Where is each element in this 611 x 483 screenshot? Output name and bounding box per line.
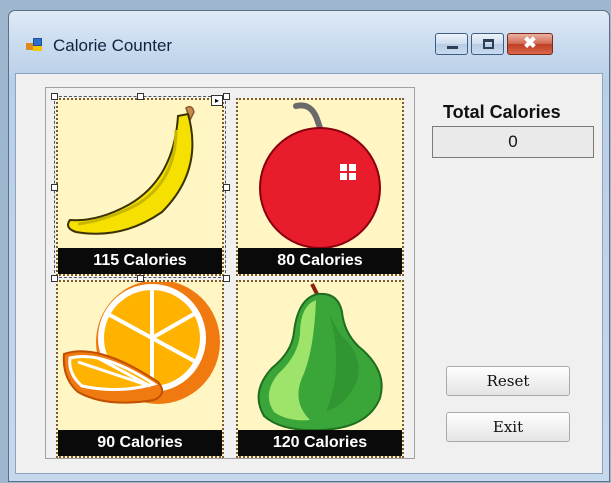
resize-handle[interactable]	[223, 184, 230, 191]
minimize-button[interactable]	[435, 33, 468, 55]
calorie-counter-window: Calorie Counter ✖ 115 Calories 80 Calori…	[8, 10, 610, 482]
apple-icon	[259, 102, 381, 249]
orange-calories-label: 90 Calories	[58, 430, 222, 456]
total-calories-heading: Total Calories	[443, 102, 561, 122]
minimize-icon	[447, 46, 458, 49]
apple-calories-label: 80 Calories	[238, 248, 402, 274]
banana-picture[interactable]: 115 Calories	[56, 98, 224, 276]
form-client-area: 115 Calories 80 Calories 90 Calories 120…	[15, 73, 603, 474]
orange-picture[interactable]: 90 Calories	[56, 280, 224, 458]
title-bar[interactable]: Calorie Counter ✖	[9, 11, 609, 73]
pear-icon	[257, 283, 383, 432]
total-calories-output: 0	[432, 126, 594, 158]
pear-calories-label: 120 Calories	[238, 430, 402, 456]
exit-button[interactable]: Exit	[446, 412, 570, 442]
banana-icon	[67, 105, 195, 235]
reset-button[interactable]: Reset	[446, 366, 570, 396]
apple-picture[interactable]: 80 Calories	[236, 98, 404, 276]
resize-handle[interactable]	[223, 93, 230, 100]
maximize-button[interactable]	[471, 33, 504, 55]
maximize-icon	[483, 39, 494, 49]
banana-calories-label: 115 Calories	[58, 248, 222, 274]
resize-handle[interactable]	[223, 275, 230, 282]
close-icon: ✖	[523, 35, 537, 52]
window-title: Calorie Counter	[53, 36, 173, 55]
pear-picture[interactable]: 120 Calories	[236, 280, 404, 458]
orange-icon	[62, 282, 220, 404]
food-grid: 115 Calories 80 Calories 90 Calories 120…	[45, 87, 415, 459]
form-icon	[26, 38, 42, 52]
close-button[interactable]: ✖	[507, 33, 553, 55]
